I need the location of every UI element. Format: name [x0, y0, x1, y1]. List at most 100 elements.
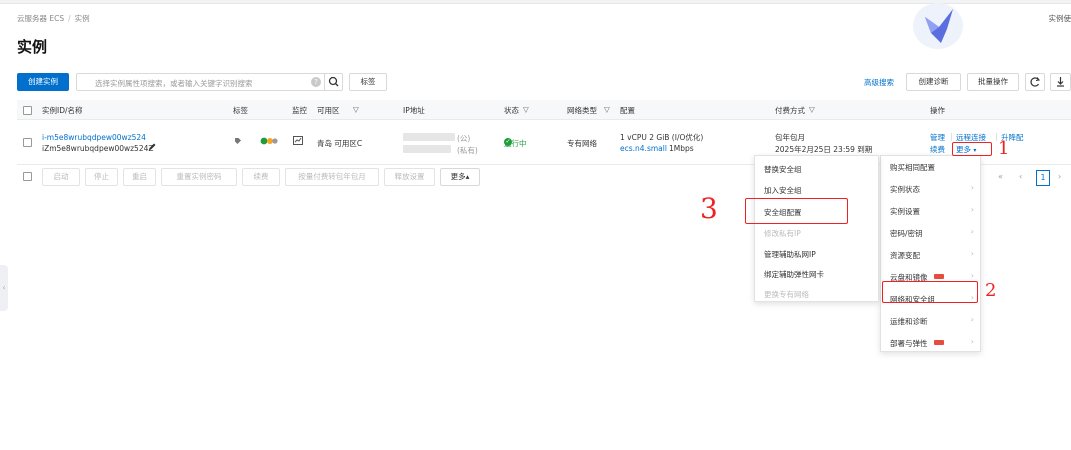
renew-link[interactable]: 续费 [930, 144, 945, 155]
col-ops: 操作 [930, 106, 945, 115]
instance-type-link[interactable]: ecs.n4.small [620, 144, 667, 153]
check-icon: ✓ [504, 138, 512, 146]
menu-item[interactable]: 购买相同配置 [881, 156, 980, 178]
batch-operations-button[interactable]: 批量操作 [967, 73, 1019, 91]
filter-icon[interactable]: ▽ [604, 105, 610, 114]
download-icon [1057, 77, 1064, 87]
chevron-right-icon: › [970, 337, 974, 346]
menu-item-instance-settings[interactable]: 实例设置 › [881, 200, 980, 222]
col-id-name: 实例ID/名称 [42, 106, 83, 115]
menu-item-resource-change[interactable]: 资源变配 › [881, 244, 980, 266]
submenu-join-sg[interactable]: 加入安全组 [755, 179, 878, 199]
release-settings-button[interactable]: 释放设置 [384, 168, 435, 186]
submenu-change-vpc: 更换专有网络 [764, 290, 809, 299]
new-badge [933, 274, 944, 279]
download-button[interactable] [1050, 73, 1071, 91]
chevron-right-icon: › [970, 227, 974, 236]
col-tags: 标签 [233, 106, 248, 115]
menu-item-ops-diagnosis[interactable]: 运维和诊断 › [881, 310, 980, 332]
annotation-number-1: 1 [998, 138, 1010, 159]
manage-link[interactable]: 管理 [930, 132, 945, 143]
pager-next[interactable]: › [1058, 172, 1061, 188]
pager-first[interactable]: « [998, 172, 1003, 188]
filter-icon[interactable]: ▽ [809, 105, 815, 114]
help-icon[interactable]: ? [311, 77, 321, 87]
pager-prev[interactable]: ‹ [1019, 172, 1022, 188]
config-cpu-mem: 1 vCPU 2 GiB (I/O优化) [620, 133, 704, 142]
security-group-submenu: 替换安全组 加入安全组 安全组配置 修改私有IP 管理辅助私网IP 绑定辅助弹性… [754, 155, 879, 302]
billing-type: 包年包月 [775, 133, 805, 142]
search-icon [328, 76, 339, 87]
menu-item-deploy-elastic[interactable]: 部署与弹性 › [881, 332, 980, 354]
row-checkbox[interactable] [23, 138, 32, 147]
more-dropdown[interactable]: 更多 ▾ [956, 144, 976, 155]
more-batch-button[interactable]: 更多▴ [440, 168, 480, 186]
filter-icon[interactable]: ▽ [353, 105, 359, 114]
page-title: 实例 [17, 38, 48, 56]
chevron-right-icon: › [970, 205, 974, 214]
breadcrumb-root[interactable]: 云服务器 ECS [17, 14, 64, 23]
menu-item-instance-status[interactable]: 实例状态 › [881, 178, 980, 200]
bottom-select-all-checkbox[interactable] [23, 172, 32, 181]
submenu-modify-private-ip: 修改私有IP [764, 229, 801, 238]
col-billing: 付费方式 [775, 106, 805, 115]
private-ip-masked [403, 145, 451, 153]
chevron-right-icon: › [970, 183, 974, 192]
edit-name-icon[interactable] [147, 142, 157, 152]
billing-expiry: 2025年2月25日 23:59 到期 [775, 145, 873, 154]
create-instance-button[interactable]: 创建实例 [17, 73, 69, 91]
menu-item-network-security[interactable]: 网络和安全组 › [881, 288, 980, 310]
convert-billing-button[interactable]: 按量付费转包年包月 [285, 168, 379, 186]
col-monitor: 监控 [292, 106, 307, 115]
net-type-value: 专有网络 [567, 139, 597, 148]
submenu-manage-secondary-ip[interactable]: 管理辅助私网IP [755, 243, 878, 263]
public-ip-suffix: (公) [457, 134, 471, 143]
public-ip-masked [403, 133, 455, 141]
search-button[interactable] [324, 73, 343, 91]
security-status-icon[interactable] [260, 137, 278, 145]
col-status: 状态 [504, 106, 519, 115]
chevron-right-icon: › [970, 315, 974, 324]
remote-connect-link[interactable]: 远程连接 [956, 132, 986, 143]
instance-id-link[interactable]: i-m5e8wrubqdpew00wz524 [42, 133, 146, 142]
create-diagnosis-button[interactable]: 创建诊断 [906, 73, 961, 91]
renew-button[interactable]: 续费 [242, 168, 280, 186]
restart-button[interactable]: 重启 [123, 168, 156, 186]
new-badge [933, 340, 944, 345]
more-menu: 购买相同配置 实例状态 › 实例设置 › 密码/密钥 › 资源变配 › 云盘和镜像 › 网… [880, 155, 981, 352]
filter-icon[interactable]: ▽ [523, 105, 529, 114]
advanced-search-link[interactable]: 高级搜索 [864, 77, 894, 88]
chevron-right-icon: › [970, 271, 974, 280]
select-all-checkbox[interactable] [23, 106, 32, 115]
stop-button[interactable]: 停止 [85, 168, 118, 186]
caret-down-icon: ▾ [973, 147, 977, 154]
submenu-replace-sg[interactable]: 替换安全组 [755, 158, 878, 178]
submenu-bind-eni[interactable]: 绑定辅助弹性网卡 [755, 263, 878, 283]
refresh-icon [1030, 77, 1041, 87]
annotation-number-3: 3 [700, 192, 718, 225]
reset-password-button[interactable]: 重置实例密码 [161, 168, 237, 186]
col-net-type: 网络类型 [567, 106, 597, 115]
sidebar-collapse-handle[interactable]: ‹ [0, 265, 8, 311]
menu-item-disk-image[interactable]: 云盘和镜像 › [881, 266, 980, 288]
menu-item-password-key[interactable]: 密码/密钥 › [881, 222, 980, 244]
breadcrumb: 云服务器 ECS / 实例 [17, 14, 90, 23]
search-input[interactable]: 选择实例属性项搜索，或者输入关键字识别搜索 ? [76, 73, 328, 91]
col-ip: IP地址 [403, 106, 425, 115]
tag-icon[interactable] [234, 137, 242, 145]
breadcrumb-current: 实例 [74, 14, 90, 23]
col-zone: 可用区 [317, 106, 340, 115]
start-button[interactable]: 启动 [42, 168, 80, 186]
table-header: 实例ID/名称 标签 监控 可用区 ▽ IP地址 状态 ▽ 网络类型 ▽ 配置 … [17, 100, 1071, 120]
pager-current-page[interactable]: 1 [1036, 170, 1050, 186]
monitor-chart-icon[interactable] [293, 136, 303, 145]
more-label: 更多 [956, 145, 971, 154]
chevron-right-icon: › [970, 249, 974, 258]
search-placeholder: 选择实例属性项搜索，或者输入关键字识别搜索 [95, 79, 253, 88]
submenu-sg-config[interactable]: 安全组配置 [755, 201, 878, 221]
refresh-button[interactable] [1025, 73, 1045, 91]
tag-filter-button[interactable]: 标签 [349, 73, 387, 91]
col-config: 配置 [620, 106, 635, 115]
top-right-link[interactable]: 实例使 [1049, 13, 1071, 24]
top-bar [0, 0, 1071, 4]
